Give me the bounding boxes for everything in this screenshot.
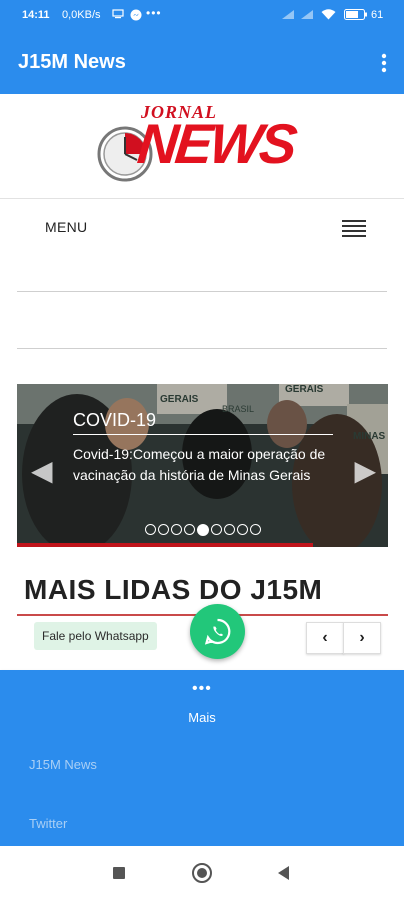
logo-main-word: NEWS bbox=[134, 112, 298, 175]
slider-dot[interactable] bbox=[223, 524, 235, 536]
signal-icon bbox=[281, 9, 295, 23]
carousel-prev-button[interactable]: ‹ bbox=[306, 622, 344, 654]
signal-2-icon bbox=[300, 9, 314, 23]
slide-headline[interactable]: Covid-19:Começou a maior operação de vac… bbox=[73, 444, 343, 486]
photo-text: GERAIS bbox=[285, 384, 324, 395]
slider-dot[interactable] bbox=[183, 524, 195, 536]
slide-category[interactable]: COVID-19 bbox=[73, 410, 156, 431]
slider-dot-active[interactable] bbox=[196, 523, 209, 536]
battery-icon bbox=[344, 9, 368, 23]
slider-dot[interactable] bbox=[157, 524, 169, 536]
link-j15m-news[interactable]: J15M News bbox=[29, 757, 97, 772]
back-icon[interactable] bbox=[278, 866, 290, 885]
slider-dot[interactable] bbox=[249, 524, 261, 536]
carousel-next-button[interactable]: › bbox=[343, 622, 381, 654]
app-bar: J15M News bbox=[0, 32, 404, 94]
status-time: 14:11 bbox=[22, 9, 50, 21]
recents-icon[interactable] bbox=[113, 867, 125, 879]
whatsapp-label[interactable]: Fale pelo Whatsapp bbox=[34, 622, 157, 650]
more-dots-icon: ••• bbox=[192, 680, 212, 697]
slider-dot[interactable] bbox=[144, 524, 156, 536]
status-bar: 14:11 0,0KB/s ••• 61 bbox=[0, 0, 404, 32]
news-slider[interactable]: GERAIS GERAIS BRASIL MINAS COVID-19 Covi… bbox=[17, 384, 388, 547]
battery-percent: 61 bbox=[371, 9, 384, 21]
menu-label[interactable]: MENU bbox=[45, 219, 87, 235]
slider-pagination bbox=[17, 521, 388, 539]
slider-next-icon[interactable]: ▶ bbox=[354, 454, 376, 487]
menu-bar[interactable]: MENU bbox=[0, 199, 404, 259]
wifi-icon bbox=[321, 9, 336, 23]
slider-dot[interactable] bbox=[210, 524, 222, 536]
messenger-icon bbox=[130, 9, 142, 24]
mais-tab[interactable]: ••• Mais bbox=[0, 670, 404, 733]
slider-dot[interactable] bbox=[236, 524, 248, 536]
home-icon[interactable] bbox=[192, 863, 212, 888]
photo-text: GERAIS bbox=[160, 394, 199, 405]
screen-cast-icon bbox=[112, 9, 124, 22]
system-nav-bar bbox=[0, 846, 404, 900]
slider-prev-icon[interactable]: ◀ bbox=[31, 454, 53, 487]
more-notifications-icon: ••• bbox=[146, 6, 162, 20]
site-logo-area: JORNAL NEWS bbox=[0, 94, 404, 199]
hamburger-icon[interactable] bbox=[342, 220, 366, 238]
photo-text: BRASIL bbox=[222, 404, 254, 414]
mais-label[interactable]: Mais bbox=[0, 710, 404, 725]
section-title: MAIS LIDAS DO J15M bbox=[24, 574, 323, 605]
divider bbox=[17, 348, 387, 349]
slider-dot[interactable] bbox=[170, 524, 182, 536]
status-network-speed: 0,0KB/s bbox=[62, 9, 101, 21]
category-underline bbox=[73, 434, 333, 435]
photo-text: MINAS bbox=[353, 431, 386, 442]
divider bbox=[17, 291, 387, 292]
link-twitter[interactable]: Twitter bbox=[29, 816, 67, 831]
app-title: J15M News bbox=[18, 51, 126, 73]
slider-progress-bar bbox=[17, 543, 313, 547]
whatsapp-icon bbox=[204, 618, 231, 645]
bottom-links: J15M News Twitter bbox=[0, 733, 404, 846]
site-logo[interactable]: JORNAL NEWS bbox=[96, 102, 318, 192]
whatsapp-button[interactable] bbox=[190, 604, 245, 659]
overflow-menu-icon[interactable] bbox=[380, 52, 388, 74]
